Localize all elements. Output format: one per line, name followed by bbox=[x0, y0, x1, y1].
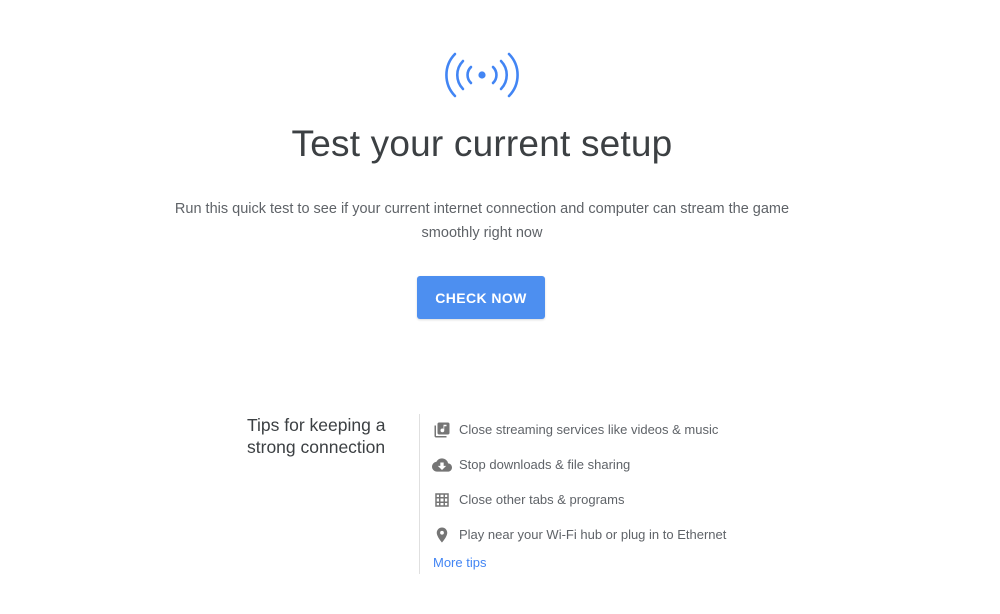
tip-label: Stop downloads & file sharing bbox=[459, 457, 631, 472]
subtitle-line-2: smoothly right now bbox=[421, 225, 543, 241]
page-title: Test your current setup bbox=[291, 123, 673, 164]
tip-label: Play near your Wi-Fi hub or plug in to E… bbox=[459, 527, 727, 542]
location-pin-icon bbox=[432, 525, 452, 545]
page-subtitle: Run this quick test to see if your curre… bbox=[170, 197, 794, 245]
broadcast-signal-icon bbox=[445, 52, 519, 98]
tips-list: Close streaming services like videos & m… bbox=[432, 412, 726, 552]
check-now-button[interactable]: CHECK NOW bbox=[417, 276, 545, 319]
grid-apps-icon bbox=[432, 490, 452, 510]
cloud-download-icon bbox=[432, 455, 452, 475]
tip-item-downloads: Stop downloads & file sharing bbox=[432, 447, 726, 482]
tip-label: Close streaming services like videos & m… bbox=[459, 422, 719, 437]
tip-item-tabs: Close other tabs & programs bbox=[432, 482, 726, 517]
media-library-icon bbox=[432, 420, 452, 440]
tips-divider bbox=[419, 414, 420, 574]
setup-test-page: Test your current setup Run this quick t… bbox=[0, 0, 1000, 614]
more-tips-link[interactable]: More tips bbox=[433, 555, 486, 570]
tips-heading: Tips for keeping a strong connection bbox=[247, 415, 386, 457]
subtitle-line-1: Run this quick test to see if your curre… bbox=[174, 201, 790, 217]
tip-item-streaming: Close streaming services like videos & m… bbox=[432, 412, 726, 447]
tip-label: Close other tabs & programs bbox=[459, 492, 625, 507]
tip-item-wifi: Play near your Wi-Fi hub or plug in to E… bbox=[432, 517, 726, 552]
